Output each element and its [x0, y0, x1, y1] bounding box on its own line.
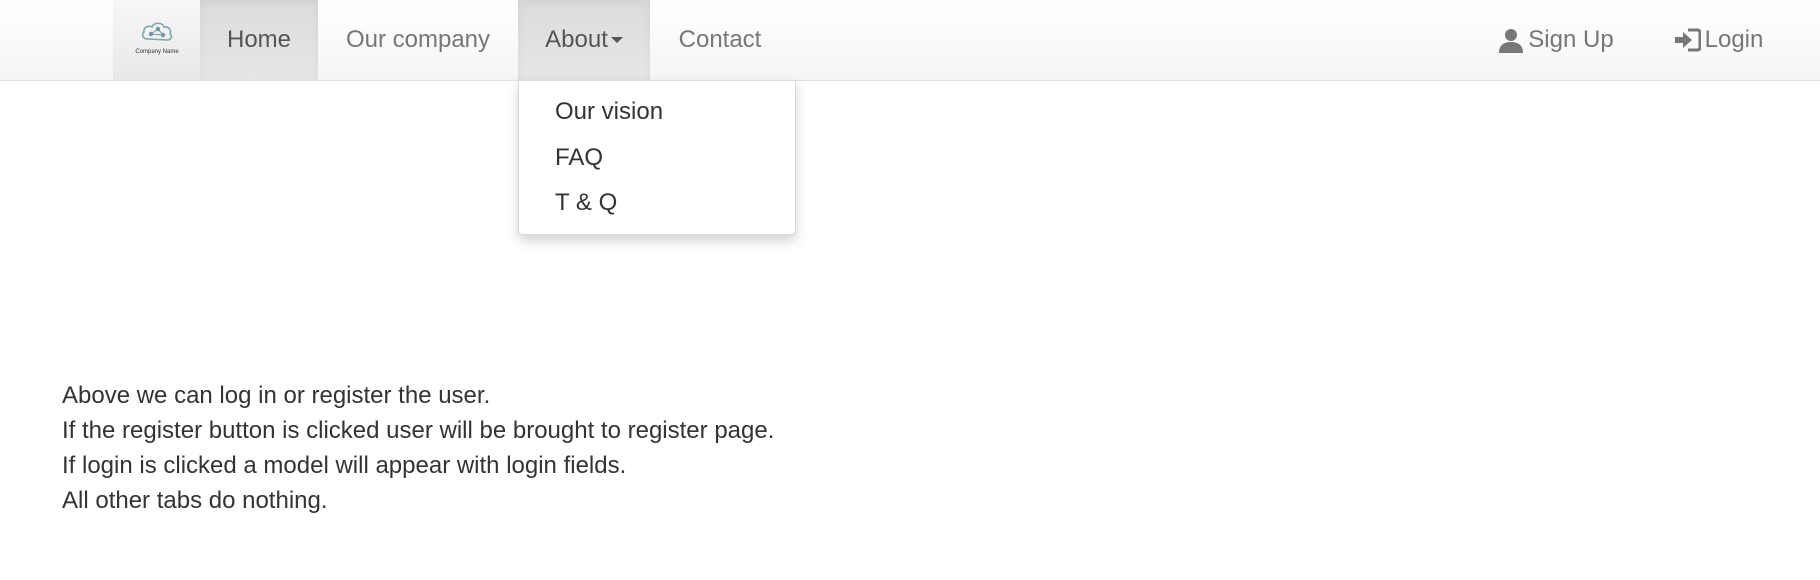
- about-dropdown-menu: Our vision FAQ T & Q: [518, 80, 796, 235]
- info-line: If the register button is clicked user w…: [62, 417, 775, 444]
- sign-up-link[interactable]: Sign Up: [1478, 0, 1634, 80]
- info-text: Above we can log in or register the user…: [62, 378, 774, 518]
- nav-contact[interactable]: Contact: [650, 0, 790, 80]
- sign-up-label: Sign Up: [1528, 26, 1614, 53]
- info-line: Above we can log in or register the user…: [62, 382, 491, 409]
- brand-logo[interactable]: Company Name: [113, 0, 200, 80]
- nav-our-company[interactable]: Our company: [318, 0, 518, 80]
- dropdown-item-faq[interactable]: FAQ: [555, 144, 603, 172]
- cloud-logo-icon: Company Name: [135, 22, 179, 55]
- login-link[interactable]: Login: [1652, 0, 1784, 80]
- nav-our-company-label: Our company: [345, 26, 491, 53]
- caret-down-icon: [610, 37, 623, 43]
- nav-home[interactable]: Home: [200, 0, 318, 80]
- nav-contact-label: Contact: [678, 26, 762, 53]
- info-line: All other tabs do nothing.: [62, 487, 328, 514]
- brand-logo-text: Company Name: [135, 49, 179, 55]
- login-label: Login: [1704, 26, 1764, 53]
- login-icon: [1673, 28, 1701, 52]
- dropdown-item-t-and-q[interactable]: T & Q: [555, 189, 617, 217]
- nav-about-dropdown-toggle[interactable]: About: [518, 0, 650, 80]
- user-icon: [1498, 27, 1524, 53]
- nav-home-label: Home: [226, 26, 292, 53]
- info-line: If login is clicked a model will appear …: [62, 452, 627, 479]
- nav-about-label: About: [545, 26, 608, 53]
- dropdown-item-our-vision[interactable]: Our vision: [555, 98, 663, 126]
- navbar: Company Name Home Our company About Cont…: [0, 0, 1820, 81]
